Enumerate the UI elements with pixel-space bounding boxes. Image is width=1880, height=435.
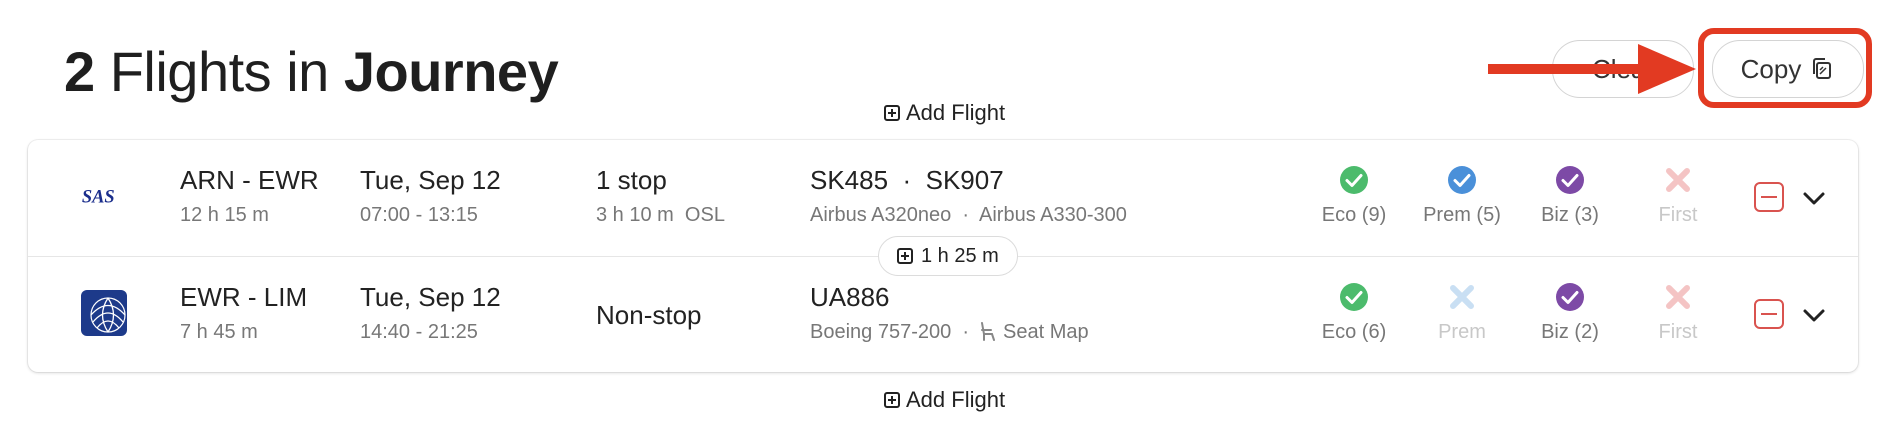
cabin-prem: Prem: [1412, 281, 1512, 344]
cabin-label: Eco (9): [1321, 204, 1387, 226]
stops: 1 stop: [596, 165, 667, 195]
cabin-prem[interactable]: Prem (5): [1412, 164, 1512, 227]
times: 14:40 - 21:25: [360, 321, 478, 343]
x-icon: [1662, 281, 1694, 313]
cabin-label: Eco (6): [1321, 321, 1387, 343]
seat-map-link[interactable]: Seat Map: [979, 319, 1089, 345]
times: 07:00 - 13:15: [360, 204, 478, 226]
cabin-first: First: [1628, 281, 1728, 344]
route: ARN - EWR: [180, 165, 319, 195]
aircraft: Boeing 757-200 ·: [810, 321, 970, 343]
seat-map-label: Seat Map: [1003, 321, 1089, 343]
aircraft: Airbus A320neo · Airbus A330-300: [810, 204, 1127, 226]
x-icon: [1662, 164, 1694, 196]
cabin-first: First: [1628, 164, 1728, 227]
x-icon: [1446, 281, 1478, 313]
cabin-label: First: [1658, 204, 1698, 226]
united-logo-icon: [80, 289, 128, 337]
duration: 7 h 45 m: [180, 321, 258, 343]
cabin-label: Prem (5): [1423, 204, 1501, 226]
aircraft-line: Boeing 757-200 · Seat Map: [810, 319, 1089, 345]
cabin-biz[interactable]: Biz (3): [1520, 164, 1620, 227]
add-flight-label: Add Flight: [906, 387, 1006, 412]
route: EWR - LIM: [180, 282, 308, 312]
duration: 12 h 15 m: [180, 204, 269, 226]
remove-flight-button[interactable]: [1754, 182, 1784, 212]
layover-add-flight-button[interactable]: 1 h 25 m: [878, 236, 1018, 276]
chevron-down-icon[interactable]: [1800, 301, 1828, 329]
page-title: 2 Flights in Journey: [64, 40, 559, 104]
flight-numbers: UA886: [810, 282, 890, 312]
add-flight-label: Add Flight: [906, 100, 1006, 125]
add-flight-bottom-button[interactable]: Add Flight: [884, 387, 1005, 413]
title-journey: Journey: [343, 40, 559, 103]
purple-check-icon: [1554, 281, 1586, 313]
cabin-biz[interactable]: Biz (2): [1520, 281, 1620, 344]
chevron-down-icon[interactable]: [1800, 184, 1828, 212]
green-check-icon: [1338, 164, 1370, 196]
pointer-arrow-icon: [1488, 44, 1696, 94]
date: Tue, Sep 12: [360, 165, 501, 195]
cabin-label: Prem: [1438, 321, 1486, 343]
stops-detail: 3 h 10 m OSL: [596, 204, 725, 226]
stops: Non-stop: [596, 300, 702, 330]
plus-icon: [884, 392, 900, 408]
cabin-label: First: [1658, 321, 1698, 343]
plus-icon: [897, 248, 913, 264]
copy-highlight-box: [1698, 28, 1872, 108]
purple-check-icon: [1554, 164, 1586, 196]
cabin-label: Biz (2): [1541, 321, 1599, 343]
date: Tue, Sep 12: [360, 282, 501, 312]
title-middle: Flights in: [94, 40, 344, 103]
plus-icon: [884, 105, 900, 121]
add-flight-top-button[interactable]: Add Flight: [884, 100, 1005, 126]
cabin-eco[interactable]: Eco (6): [1304, 281, 1404, 344]
seat-icon: [981, 322, 996, 341]
flight-count: 2: [64, 40, 95, 103]
sas-logo-text: SAS: [82, 186, 115, 206]
green-check-icon: [1338, 281, 1370, 313]
remove-flight-button[interactable]: [1754, 299, 1784, 329]
layover-duration: 1 h 25 m: [921, 244, 999, 267]
blue-check-icon: [1446, 164, 1478, 196]
cabin-eco[interactable]: Eco (9): [1304, 164, 1404, 227]
cabin-label: Biz (3): [1541, 204, 1599, 226]
flight-numbers: SK485 · SK907: [810, 165, 1004, 195]
sas-logo-icon: SAS: [80, 172, 128, 220]
